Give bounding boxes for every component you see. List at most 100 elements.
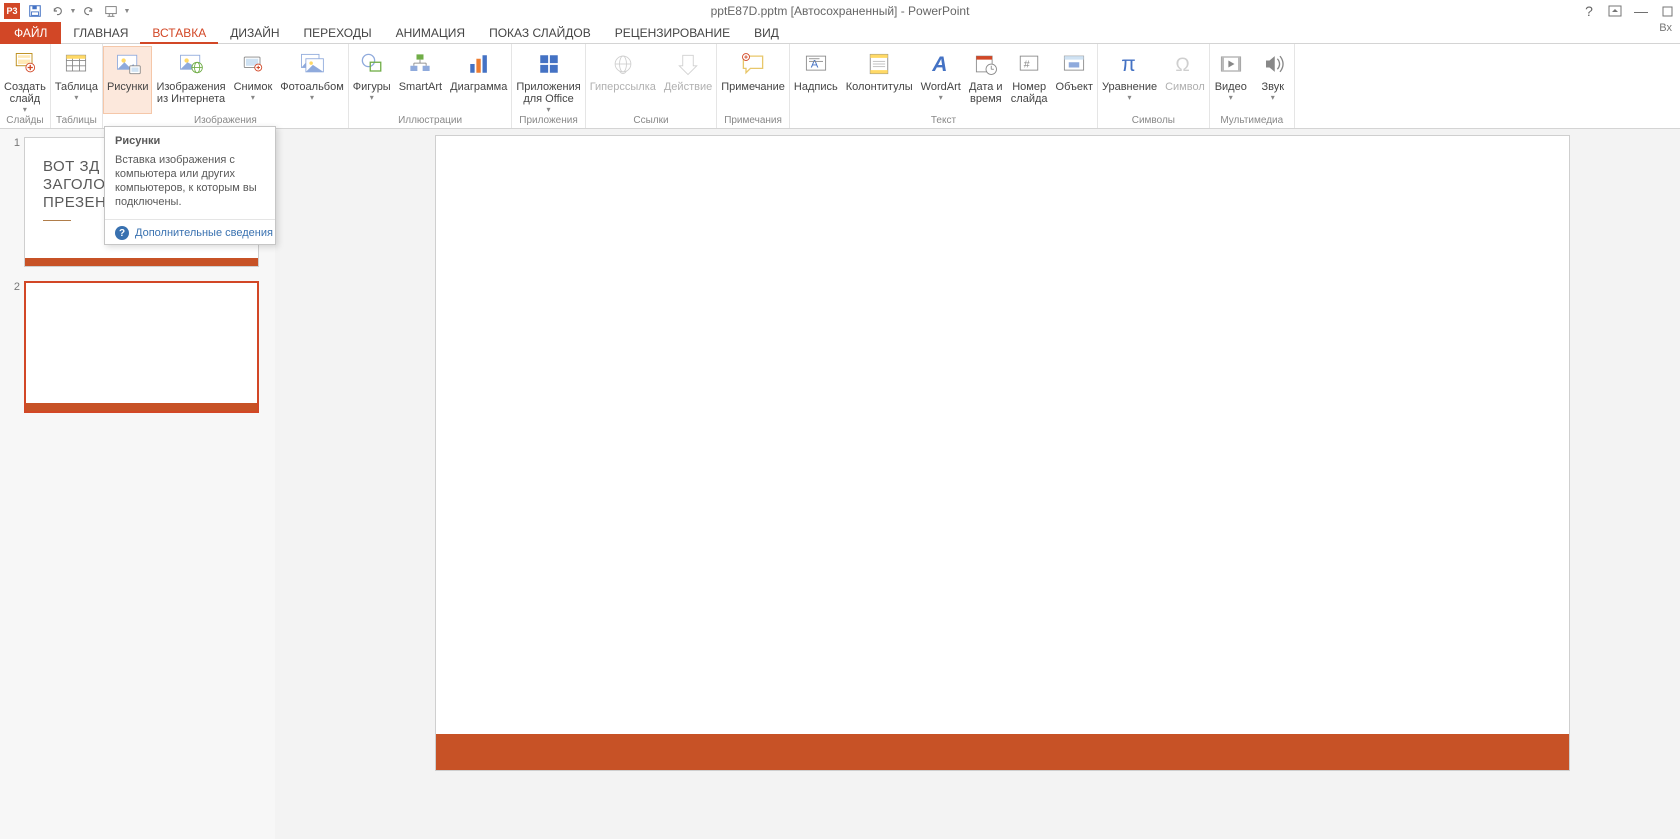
tab-file[interactable]: ФАЙЛ	[0, 22, 61, 44]
object-button[interactable]: Объект	[1052, 46, 1097, 114]
slide-thumbnail-2[interactable]	[24, 281, 259, 413]
tab-slideshow[interactable]: ПОКАЗ СЛАЙДОВ	[477, 22, 603, 44]
date-time-button[interactable]: Дата и время	[965, 46, 1007, 114]
group-label-links: Ссылки	[586, 114, 717, 127]
group-label-slides: Слайды	[0, 114, 50, 127]
chart-label: Диаграмма	[450, 81, 507, 93]
tooltip-more-label: Дополнительные сведения	[135, 227, 273, 239]
online-pictures-button[interactable]: Изображения из Интернета	[152, 46, 229, 114]
new-slide-icon	[10, 48, 40, 80]
qat-customize[interactable]: ▼	[122, 0, 132, 22]
redo-button[interactable]	[78, 0, 100, 22]
slide-canvas-area[interactable]	[275, 129, 1680, 839]
start-slideshow-button[interactable]	[100, 0, 122, 22]
group-links: Гиперссылка Действие Ссылки	[586, 44, 718, 128]
smartart-button[interactable]: SmartArt	[395, 46, 446, 114]
audio-icon	[1258, 48, 1288, 80]
group-comments: Примечание Примечания	[717, 44, 790, 128]
tab-design[interactable]: ДИЗАЙН	[218, 22, 291, 44]
signin-label[interactable]: Вх	[1659, 22, 1680, 43]
group-symbols: π Уравнение ▾ Ω Символ Символы	[1098, 44, 1210, 128]
group-label-apps: Приложения	[512, 114, 584, 127]
photo-album-button[interactable]: Фотоальбом ▾	[276, 46, 348, 114]
apps-label: Приложения для Office	[516, 81, 580, 105]
ribbon-display-button[interactable]	[1602, 0, 1628, 22]
window-controls: ? —	[1576, 0, 1680, 22]
textbox-label: Надпись	[794, 81, 838, 93]
chart-button[interactable]: Диаграмма	[446, 46, 511, 114]
tab-view[interactable]: ВИД	[742, 22, 791, 44]
chart-icon	[464, 48, 494, 80]
symbol-label: Символ	[1165, 81, 1205, 93]
audio-button[interactable]: Звук ▾	[1252, 46, 1294, 114]
textbox-icon: A	[801, 48, 831, 80]
window-title: pptE87D.pptm [Автосохраненный] - PowerPo…	[711, 4, 970, 18]
comment-button[interactable]: Примечание	[717, 46, 789, 114]
object-label: Объект	[1056, 81, 1093, 93]
action-label: Действие	[664, 81, 712, 93]
group-label-tables: Таблицы	[51, 114, 102, 127]
slide2-footer-bar	[26, 403, 257, 411]
ribbon: Создать слайд ▾ Слайды Таблица ▾ Таблицы…	[0, 44, 1680, 129]
tooltip: Рисунки Вставка изображения с компьютера…	[104, 126, 276, 245]
save-button[interactable]	[24, 0, 46, 22]
undo-button[interactable]	[46, 0, 68, 22]
hyperlink-icon	[608, 48, 638, 80]
action-button[interactable]: Действие	[660, 46, 716, 114]
slide-number-icon: #	[1014, 48, 1044, 80]
table-button[interactable]: Таблица ▾	[51, 46, 102, 114]
textbox-button[interactable]: A Надпись	[790, 46, 842, 114]
group-media: Видео ▾ Звук ▾ Мультимедиа	[1210, 44, 1295, 128]
slide-number-button[interactable]: # Номер слайда	[1007, 46, 1052, 114]
shapes-label: Фигуры	[353, 81, 391, 93]
undo-dropdown[interactable]: ▼	[68, 0, 78, 22]
maximize-button[interactable]	[1654, 0, 1680, 22]
thumbnail-number: 1	[10, 137, 24, 267]
smartart-icon	[405, 48, 435, 80]
group-label-symbols: Символы	[1098, 114, 1209, 127]
svg-text:π: π	[1121, 53, 1136, 76]
svg-text:Ω: Ω	[1175, 55, 1189, 76]
help-button[interactable]: ?	[1576, 0, 1602, 22]
slide-number-label: Номер слайда	[1011, 81, 1048, 105]
tab-home[interactable]: ГЛАВНАЯ	[61, 22, 140, 44]
video-icon	[1216, 48, 1246, 80]
group-apps: Приложения для Office ▾ Приложения	[512, 44, 585, 128]
header-footer-icon	[864, 48, 894, 80]
slide-canvas[interactable]	[435, 135, 1570, 771]
header-footer-label: Колонтитулы	[846, 81, 913, 93]
pictures-button[interactable]: Рисунки	[103, 46, 153, 114]
tab-review[interactable]: РЕЦЕНЗИРОВАНИЕ	[603, 22, 742, 44]
group-label-media: Мультимедиа	[1210, 114, 1294, 127]
tooltip-more-link[interactable]: ? Дополнительные сведения	[105, 219, 275, 240]
wordart-button[interactable]: A WordArt ▾	[917, 46, 965, 114]
screenshot-label: Снимок	[234, 81, 273, 93]
minimize-button[interactable]: —	[1628, 0, 1654, 22]
group-illustrations: Фигуры ▾ SmartArt Диаграмма Иллюстрации	[349, 44, 513, 128]
hyperlink-button[interactable]: Гиперссылка	[586, 46, 660, 114]
app-icon: P3	[4, 3, 20, 19]
header-footer-button[interactable]: Колонтитулы	[842, 46, 917, 114]
svg-text:A: A	[811, 59, 819, 71]
object-icon	[1059, 48, 1089, 80]
svg-text:#: #	[1024, 59, 1030, 71]
symbol-button[interactable]: Ω Символ	[1161, 46, 1209, 114]
smartart-label: SmartArt	[399, 81, 442, 93]
equation-icon: π	[1115, 48, 1145, 80]
tab-animations[interactable]: АНИМАЦИЯ	[384, 22, 477, 44]
canvas-footer-bar	[436, 734, 1569, 770]
slide1-footer-bar	[25, 258, 258, 266]
group-slides: Создать слайд ▾ Слайды	[0, 44, 51, 128]
new-slide-button[interactable]: Создать слайд ▾	[0, 46, 50, 114]
audio-label: Звук	[1261, 81, 1284, 93]
tab-insert[interactable]: ВСТАВКА	[140, 22, 218, 44]
tab-transitions[interactable]: ПЕРЕХОДЫ	[292, 22, 384, 44]
video-button[interactable]: Видео ▾	[1210, 46, 1252, 114]
video-label: Видео	[1215, 81, 1247, 93]
hyperlink-label: Гиперссылка	[590, 81, 656, 93]
apps-button[interactable]: Приложения для Office ▾	[512, 46, 584, 114]
screenshot-button[interactable]: Снимок ▾	[230, 46, 277, 114]
equation-button[interactable]: π Уравнение ▾	[1098, 46, 1161, 114]
shapes-button[interactable]: Фигуры ▾	[349, 46, 395, 114]
title-bar: P3 ▼ ▼ pptE87D.pptm [Автосохраненный] - …	[0, 0, 1680, 22]
